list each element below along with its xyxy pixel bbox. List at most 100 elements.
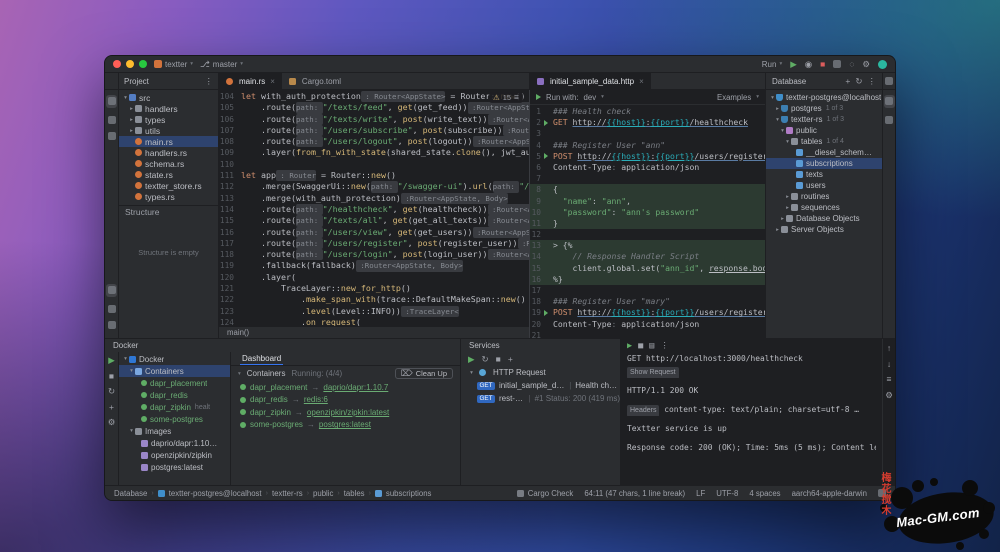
container-row-dapr-redis[interactable]: dapr_redis→redis:6	[231, 394, 460, 407]
db-item-server-objects[interactable]: ▸Server Objects	[766, 224, 882, 235]
statusbar-segment[interactable]: public	[313, 489, 333, 498]
response-output[interactable]: ▶ ■ ▤ ⋮ GET http://localhost:3000/health…	[621, 339, 882, 485]
line-number[interactable]: 18	[530, 296, 544, 307]
line-number[interactable]: 19	[530, 307, 544, 318]
docker-connect-icon[interactable]: ▶	[108, 356, 115, 365]
line-number[interactable]: 106	[219, 114, 241, 125]
container-row-dapr-zipkin[interactable]: dapr_zipkin→openzipkin/zipkin:latest	[231, 406, 460, 419]
db-item-texts[interactable]: texts	[766, 169, 882, 180]
console-stop-icon[interactable]: ■	[638, 342, 643, 351]
services-panel-title[interactable]: Services	[461, 339, 620, 352]
line-number[interactable]: 4	[530, 140, 544, 151]
code-line[interactable]: 116 .route(path: "/users/view", get(get_…	[219, 227, 529, 238]
container-row-some-postgres[interactable]: some-postgres→postgres:latest	[231, 419, 460, 432]
line-number[interactable]: 3	[530, 128, 544, 139]
docker-item-containers[interactable]: ▾Containers	[119, 365, 230, 377]
code-line[interactable]: 117 .route(path: "/users/register", post…	[219, 238, 529, 249]
run-request-gutter-icon[interactable]	[544, 307, 553, 318]
twisty-icon[interactable]: ▸	[784, 205, 791, 211]
code-line[interactable]: 121 TraceLayer::new_for_http()	[219, 283, 529, 294]
line-number[interactable]: 6	[530, 162, 544, 173]
twisty-icon[interactable]: ▾	[128, 428, 135, 434]
more-options-icon[interactable]: ⋮	[205, 77, 214, 86]
folded-region-chip[interactable]: Show Request	[627, 367, 679, 379]
project-item-handlers-rs[interactable]: handlers.rs	[119, 147, 218, 158]
code-line[interactable]: 6Content-Type: application/json	[530, 162, 765, 173]
twisty-icon[interactable]: ▾	[128, 368, 135, 374]
twisty-icon[interactable]: ▸	[128, 117, 135, 123]
tab-dashboard[interactable]: Dashboard	[240, 352, 283, 365]
statusbar-breadcrumb[interactable]: Database›textter-postgres@localhost›text…	[114, 489, 431, 498]
code-line[interactable]: 2GET http://{{host}}:{{port}}/healthchec…	[530, 117, 765, 128]
run-button[interactable]: ▶	[790, 60, 797, 69]
docker-panel-title[interactable]: Docker	[105, 339, 460, 352]
project-panel-header[interactable]: Project ⋮	[119, 73, 219, 89]
code-line[interactable]: 11}	[530, 218, 765, 229]
code-line[interactable]: 1### Health check	[530, 106, 765, 117]
project-item-state-rs[interactable]: state.rs	[119, 169, 218, 180]
project-item-main-rs[interactable]: main.rs	[119, 136, 218, 147]
database-tool-icon[interactable]	[884, 95, 895, 108]
twisty-icon[interactable]: ▾	[122, 95, 129, 101]
statusbar-segment[interactable]: subscriptions	[386, 489, 432, 498]
line-number[interactable]: 107	[219, 125, 241, 136]
run-request-gutter-icon[interactable]	[544, 117, 553, 128]
close-tab-icon[interactable]: ×	[270, 77, 275, 86]
docker-stop-icon[interactable]: ■	[109, 372, 114, 381]
project-item-schema-rs[interactable]: schema.rs	[119, 158, 218, 169]
code-line[interactable]: 3	[530, 128, 765, 139]
run-request-gutter-icon[interactable]	[544, 151, 553, 162]
twisty-icon[interactable]: ▾	[468, 370, 475, 376]
line-number[interactable]: 8	[530, 184, 544, 195]
settings-gear-icon[interactable]: ⚙	[862, 60, 870, 69]
code-line[interactable]: 19POST http://{{host}}:{{port}}/users/re…	[530, 307, 765, 318]
twisty-icon[interactable]: ▸	[128, 106, 135, 112]
project-item-types-rs[interactable]: types.rs	[119, 191, 218, 202]
code-line[interactable]: 124 .on_request(	[219, 317, 529, 326]
console-options-icon[interactable]: ▤	[649, 342, 654, 351]
statusbar-widget-64-11-47-chars-1-line-break[interactable]: 64:11 (47 chars, 1 line break)	[584, 489, 685, 498]
code-line[interactable]: 9 "name": "ann",	[530, 196, 765, 207]
line-number[interactable]: 112	[219, 181, 241, 192]
twisty-icon[interactable]: ▸	[128, 128, 135, 134]
breadcrumb[interactable]: main()	[227, 328, 249, 337]
code-line[interactable]: 4### Register User "ann"	[530, 140, 765, 151]
line-number[interactable]: 120	[219, 272, 241, 283]
line-number[interactable]: 11	[530, 218, 544, 229]
container-name-link[interactable]: some-postgres	[250, 420, 303, 429]
code-line[interactable]: 21	[530, 330, 765, 338]
docker-item-docker[interactable]: ▾Docker	[119, 353, 230, 365]
line-number[interactable]: 15	[530, 263, 544, 274]
code-line[interactable]: 105 .route(path: "/texts/feed", get(get_…	[219, 102, 529, 113]
code-line[interactable]: 120 .layer(	[219, 272, 529, 283]
user-avatar[interactable]	[878, 60, 887, 69]
clean-up-button[interactable]: ⌦ Clean Up	[395, 368, 453, 379]
container-name-link[interactable]: dapr_placement	[250, 383, 307, 392]
vcs-branch-widget[interactable]: ⎇ master ▾	[200, 60, 243, 69]
refresh-icon[interactable]: ↻	[855, 77, 862, 86]
minimize-window-button[interactable]	[126, 60, 134, 68]
image-name-link[interactable]: openzipkin/zipkin:latest	[307, 408, 389, 417]
line-number[interactable]: 110	[219, 159, 241, 170]
examples-menu[interactable]: Examples	[717, 93, 751, 102]
docker-refresh-icon[interactable]: ↻	[108, 387, 115, 396]
code-line[interactable]: 106 .route(path: "/texts/write", post(wr…	[219, 114, 529, 125]
code-line[interactable]: 7	[530, 173, 765, 184]
db-item-routines[interactable]: ▸routines	[766, 191, 882, 202]
line-number[interactable]: 9	[530, 196, 544, 207]
chevron-down-icon[interactable]: ▾	[238, 371, 241, 377]
db-item-database-objects[interactable]: ▸Database Objects	[766, 213, 882, 224]
docker-tool-icon[interactable]	[106, 284, 117, 297]
twisty-icon[interactable]: ▸	[779, 216, 786, 222]
db-item-public[interactable]: ▾public	[766, 125, 882, 136]
twisty-icon[interactable]: ▸	[784, 194, 791, 200]
twisty-icon[interactable]: ▾	[769, 95, 776, 101]
code-line[interactable]: 16%}	[530, 274, 765, 285]
line-number[interactable]: 121	[219, 283, 241, 294]
commit-tool-icon[interactable]	[108, 116, 116, 124]
code-line[interactable]: 113 .merge(with_auth_protection) :Router…	[219, 193, 529, 204]
code-line[interactable]: 111let app : Router = Router::new()	[219, 170, 529, 181]
console-line[interactable]: Show Request	[627, 366, 876, 379]
project-item-handlers[interactable]: ▸handlers	[119, 103, 218, 114]
line-number[interactable]: 119	[219, 260, 241, 271]
